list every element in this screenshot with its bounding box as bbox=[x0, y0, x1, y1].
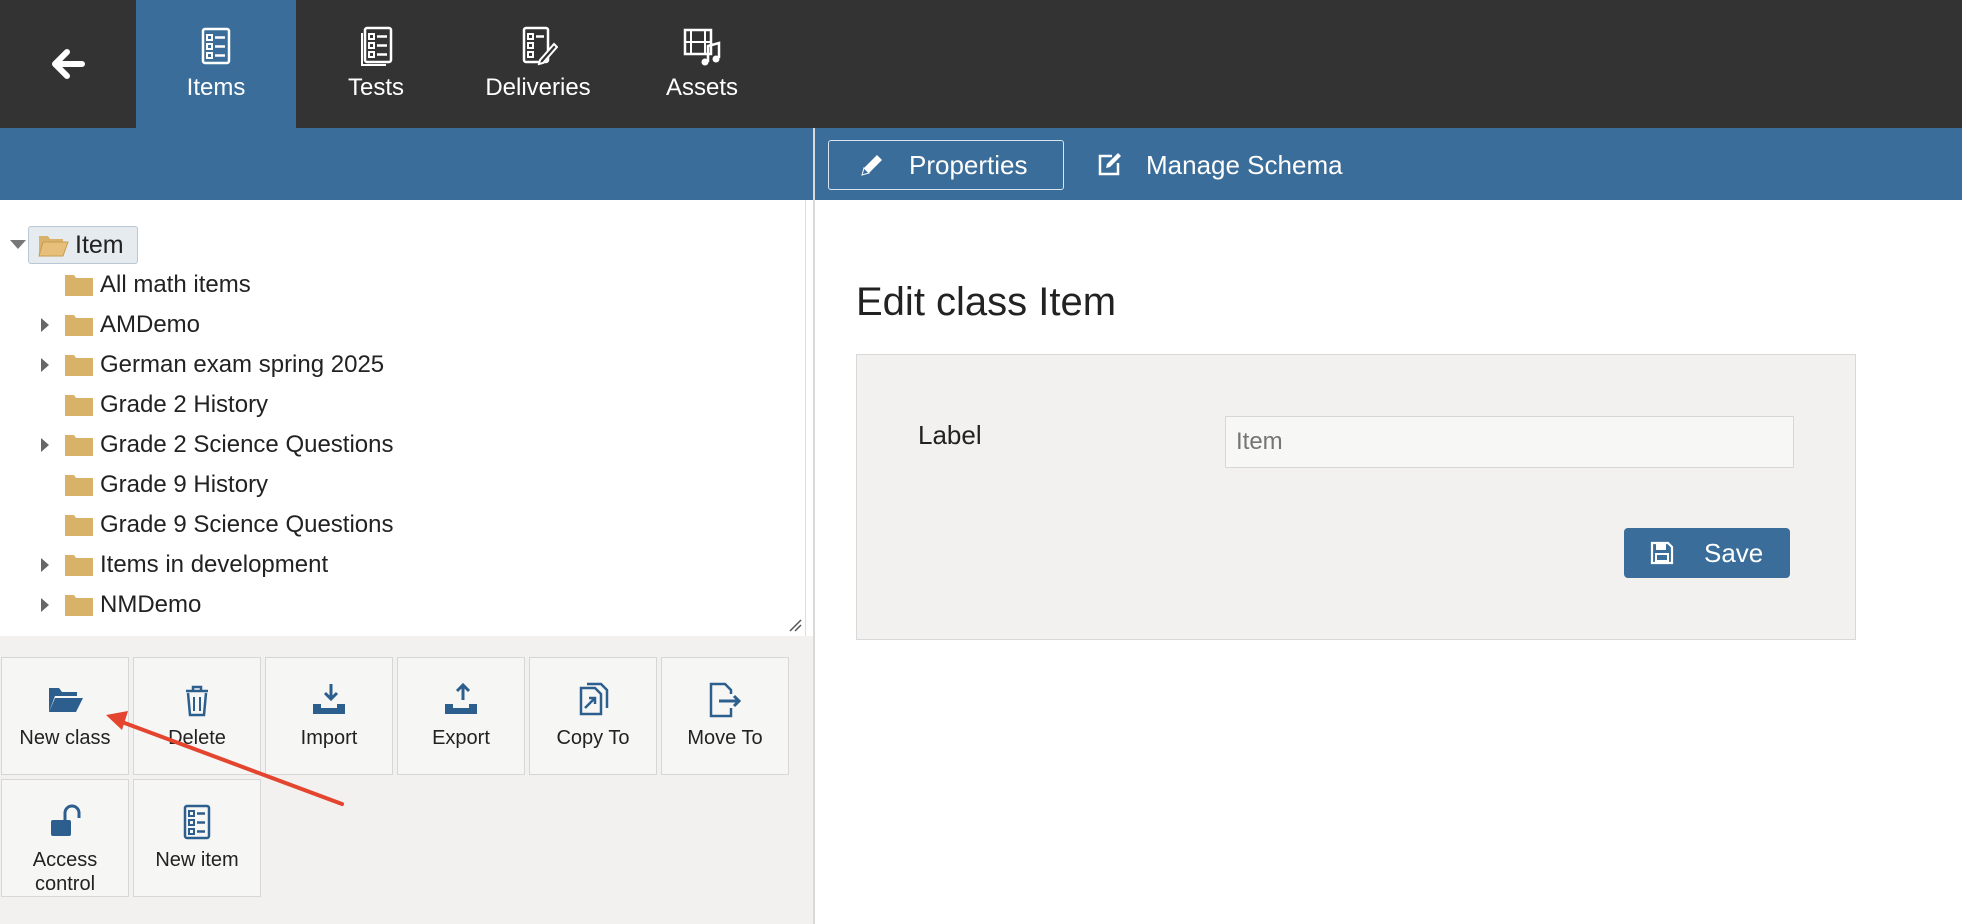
tab-assets[interactable]: Assets bbox=[620, 0, 784, 128]
tab-deliveries[interactable]: Deliveries bbox=[456, 0, 620, 128]
folder-icon bbox=[65, 595, 93, 616]
assets-icon bbox=[683, 28, 721, 66]
folder-open-icon bbox=[49, 688, 83, 712]
tree-node-label: Grade 9 History bbox=[100, 471, 269, 498]
tab-manage-schema[interactable]: Manage Schema bbox=[1094, 140, 1343, 190]
save-button[interactable]: Save bbox=[1624, 528, 1790, 578]
deliveries-icon bbox=[522, 26, 558, 66]
tab-properties[interactable]: Properties bbox=[828, 140, 1064, 190]
delete-label: Delete bbox=[168, 727, 226, 749]
resize-handle-icon[interactable] bbox=[788, 618, 802, 632]
access-control-button[interactable]: Access control bbox=[1, 779, 129, 897]
expand-arrow-icon[interactable] bbox=[41, 358, 49, 372]
tab-tests[interactable]: Tests bbox=[296, 0, 456, 128]
tab-properties-label: Properties bbox=[909, 149, 1028, 180]
folder-icon bbox=[65, 515, 93, 536]
tree-node-grade-9-history[interactable]: Grade 9 History bbox=[0, 466, 780, 504]
folder-icon bbox=[65, 355, 93, 376]
copy-to-label: Copy To bbox=[556, 727, 630, 749]
label-input[interactable] bbox=[1225, 416, 1794, 468]
tab-items[interactable]: Items bbox=[136, 0, 296, 128]
tree-node-grade-2-history[interactable]: Grade 2 History bbox=[0, 386, 780, 424]
unlock-icon bbox=[51, 804, 81, 836]
new-class-label: New class bbox=[19, 727, 111, 749]
tab-items-label: Items bbox=[186, 74, 246, 101]
new-item-icon bbox=[183, 804, 211, 840]
tree-node-items-in-development[interactable]: Items in development bbox=[0, 546, 780, 584]
new-item-label: New item bbox=[155, 849, 239, 871]
tab-assets-label: Assets bbox=[665, 74, 739, 101]
import-button[interactable]: Import bbox=[265, 657, 393, 775]
tree-root-item[interactable]: Item bbox=[28, 226, 138, 264]
tree-node-all-math-items[interactable]: All math items bbox=[0, 266, 780, 304]
tree-node-label: Grade 2 Science Questions bbox=[100, 431, 394, 458]
tab-deliveries-label: Deliveries bbox=[485, 74, 591, 101]
items-icon bbox=[201, 27, 231, 65]
back-arrow-icon bbox=[52, 49, 85, 79]
pencil-icon bbox=[861, 155, 882, 176]
tree-node-label: Grade 2 History bbox=[100, 391, 269, 418]
folder-icon bbox=[65, 275, 93, 296]
floppy-disk-icon bbox=[1650, 541, 1674, 565]
folder-icon bbox=[65, 475, 93, 496]
move-to-label: Move To bbox=[687, 727, 763, 749]
import-label: Import bbox=[300, 727, 358, 749]
expand-toggle-root[interactable] bbox=[10, 240, 26, 249]
tree-node-grade-9-science[interactable]: Grade 9 Science Questions bbox=[0, 506, 780, 544]
edit-class-form bbox=[856, 354, 1856, 640]
expand-arrow-icon[interactable] bbox=[41, 318, 49, 332]
save-label: Save bbox=[1704, 537, 1764, 568]
tree-node-amdemo[interactable]: AMDemo bbox=[0, 306, 780, 344]
folder-icon bbox=[65, 555, 93, 576]
folder-icon bbox=[65, 395, 93, 416]
tab-tests-label: Tests bbox=[347, 74, 404, 101]
tree-node-label: AMDemo bbox=[100, 311, 201, 338]
tree-node-grade-2-science[interactable]: Grade 2 Science Questions bbox=[0, 426, 780, 464]
page-title: Edit class Item bbox=[856, 280, 1117, 324]
expand-arrow-icon[interactable] bbox=[41, 438, 49, 452]
tree-node-label: German exam spring 2025 bbox=[100, 351, 385, 378]
panel-divider bbox=[813, 128, 815, 924]
folder-icon bbox=[65, 435, 93, 456]
access-control-label: Access control bbox=[32, 849, 98, 895]
tree-root-label: Item bbox=[75, 230, 124, 259]
edit-icon bbox=[1098, 153, 1121, 176]
expand-arrow-icon[interactable] bbox=[41, 558, 49, 572]
new-class-button[interactable]: New class bbox=[1, 657, 129, 775]
label-field-label: Label bbox=[918, 420, 982, 450]
tree-node-label: NMDemo bbox=[100, 591, 202, 618]
trash-icon bbox=[186, 685, 208, 717]
copy-icon bbox=[579, 682, 609, 716]
back-button[interactable] bbox=[0, 0, 136, 128]
folder-icon bbox=[65, 315, 93, 336]
import-icon bbox=[313, 684, 345, 714]
export-icon bbox=[445, 682, 477, 714]
tree-node-german-exam[interactable]: German exam spring 2025 bbox=[0, 346, 780, 384]
copy-to-button[interactable]: Copy To bbox=[529, 657, 657, 775]
folder-open-icon bbox=[38, 236, 69, 257]
delete-button[interactable]: Delete bbox=[133, 657, 261, 775]
tree-node-label: All math items bbox=[100, 271, 251, 298]
tab-manage-schema-label: Manage Schema bbox=[1146, 149, 1343, 180]
tests-icon bbox=[361, 26, 393, 66]
export-label: Export bbox=[432, 727, 490, 749]
move-to-button[interactable]: Move To bbox=[661, 657, 789, 775]
move-icon bbox=[709, 682, 742, 718]
new-item-button[interactable]: New item bbox=[133, 779, 261, 897]
tree-node-label: Grade 9 Science Questions bbox=[100, 511, 394, 538]
export-button[interactable]: Export bbox=[397, 657, 525, 775]
expand-arrow-icon[interactable] bbox=[41, 598, 49, 612]
tree-node-label: Items in development bbox=[100, 551, 329, 578]
tree-node-nmdemo[interactable]: NMDemo bbox=[0, 586, 780, 624]
